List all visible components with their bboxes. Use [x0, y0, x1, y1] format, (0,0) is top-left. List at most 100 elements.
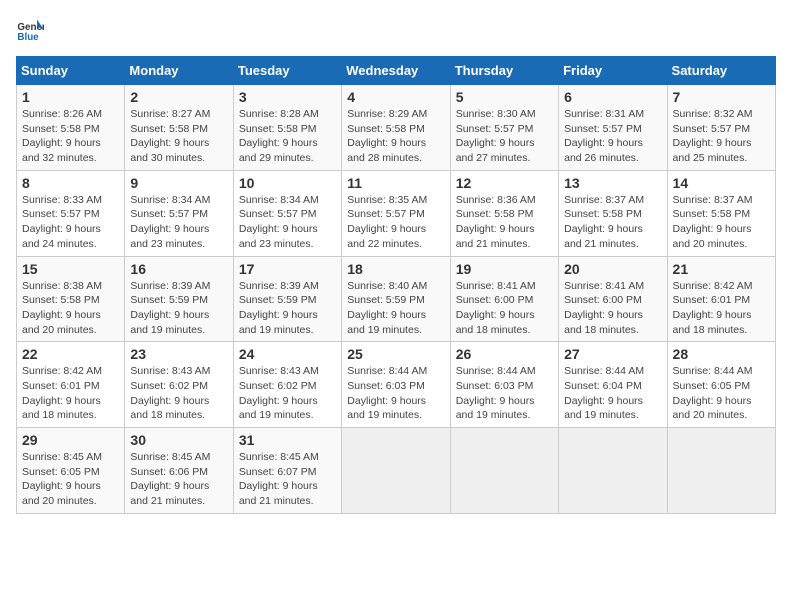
- day-number: 25: [347, 346, 444, 362]
- dow-header: Thursday: [450, 57, 558, 85]
- day-number: 30: [130, 432, 227, 448]
- day-info: Sunrise: 8:45 AM Sunset: 6:05 PM Dayligh…: [22, 450, 119, 509]
- calendar-cell: [667, 428, 775, 514]
- dow-header: Wednesday: [342, 57, 450, 85]
- calendar-cell: 30 Sunrise: 8:45 AM Sunset: 6:06 PM Dayl…: [125, 428, 233, 514]
- day-info: Sunrise: 8:45 AM Sunset: 6:07 PM Dayligh…: [239, 450, 336, 509]
- day-info: Sunrise: 8:44 AM Sunset: 6:05 PM Dayligh…: [673, 364, 770, 423]
- day-number: 26: [456, 346, 553, 362]
- day-info: Sunrise: 8:39 AM Sunset: 5:59 PM Dayligh…: [239, 279, 336, 338]
- day-number: 9: [130, 175, 227, 191]
- dow-header: Tuesday: [233, 57, 341, 85]
- day-info: Sunrise: 8:42 AM Sunset: 6:01 PM Dayligh…: [22, 364, 119, 423]
- day-number: 18: [347, 261, 444, 277]
- calendar-cell: 23 Sunrise: 8:43 AM Sunset: 6:02 PM Dayl…: [125, 342, 233, 428]
- day-info: Sunrise: 8:34 AM Sunset: 5:57 PM Dayligh…: [239, 193, 336, 252]
- day-number: 23: [130, 346, 227, 362]
- calendar-cell: 27 Sunrise: 8:44 AM Sunset: 6:04 PM Dayl…: [559, 342, 667, 428]
- dow-header: Saturday: [667, 57, 775, 85]
- day-number: 27: [564, 346, 661, 362]
- day-number: 22: [22, 346, 119, 362]
- day-number: 1: [22, 89, 119, 105]
- calendar-cell: 7 Sunrise: 8:32 AM Sunset: 5:57 PM Dayli…: [667, 85, 775, 171]
- day-info: Sunrise: 8:29 AM Sunset: 5:58 PM Dayligh…: [347, 107, 444, 166]
- logo-icon: General Blue: [16, 16, 44, 44]
- day-info: Sunrise: 8:44 AM Sunset: 6:04 PM Dayligh…: [564, 364, 661, 423]
- calendar-cell: 17 Sunrise: 8:39 AM Sunset: 5:59 PM Dayl…: [233, 256, 341, 342]
- day-number: 19: [456, 261, 553, 277]
- dow-header: Sunday: [17, 57, 125, 85]
- calendar-week-row: 29 Sunrise: 8:45 AM Sunset: 6:05 PM Dayl…: [17, 428, 776, 514]
- calendar-cell: 1 Sunrise: 8:26 AM Sunset: 5:58 PM Dayli…: [17, 85, 125, 171]
- calendar-cell: 29 Sunrise: 8:45 AM Sunset: 6:05 PM Dayl…: [17, 428, 125, 514]
- calendar-cell: 20 Sunrise: 8:41 AM Sunset: 6:00 PM Dayl…: [559, 256, 667, 342]
- calendar-cell: 25 Sunrise: 8:44 AM Sunset: 6:03 PM Dayl…: [342, 342, 450, 428]
- day-info: Sunrise: 8:38 AM Sunset: 5:58 PM Dayligh…: [22, 279, 119, 338]
- day-number: 21: [673, 261, 770, 277]
- calendar-cell: 11 Sunrise: 8:35 AM Sunset: 5:57 PM Dayl…: [342, 170, 450, 256]
- day-number: 13: [564, 175, 661, 191]
- day-number: 15: [22, 261, 119, 277]
- calendar-week-row: 8 Sunrise: 8:33 AM Sunset: 5:57 PM Dayli…: [17, 170, 776, 256]
- calendar-cell: 12 Sunrise: 8:36 AM Sunset: 5:58 PM Dayl…: [450, 170, 558, 256]
- day-info: Sunrise: 8:33 AM Sunset: 5:57 PM Dayligh…: [22, 193, 119, 252]
- calendar-body: 1 Sunrise: 8:26 AM Sunset: 5:58 PM Dayli…: [17, 85, 776, 514]
- calendar-cell: 19 Sunrise: 8:41 AM Sunset: 6:00 PM Dayl…: [450, 256, 558, 342]
- calendar-cell: 9 Sunrise: 8:34 AM Sunset: 5:57 PM Dayli…: [125, 170, 233, 256]
- day-number: 7: [673, 89, 770, 105]
- day-number: 28: [673, 346, 770, 362]
- day-info: Sunrise: 8:35 AM Sunset: 5:57 PM Dayligh…: [347, 193, 444, 252]
- calendar-cell: 24 Sunrise: 8:43 AM Sunset: 6:02 PM Dayl…: [233, 342, 341, 428]
- calendar-week-row: 22 Sunrise: 8:42 AM Sunset: 6:01 PM Dayl…: [17, 342, 776, 428]
- calendar-cell: 4 Sunrise: 8:29 AM Sunset: 5:58 PM Dayli…: [342, 85, 450, 171]
- calendar-cell: 14 Sunrise: 8:37 AM Sunset: 5:58 PM Dayl…: [667, 170, 775, 256]
- dow-header: Friday: [559, 57, 667, 85]
- day-number: 8: [22, 175, 119, 191]
- day-info: Sunrise: 8:34 AM Sunset: 5:57 PM Dayligh…: [130, 193, 227, 252]
- dow-header: Monday: [125, 57, 233, 85]
- calendar-cell: 15 Sunrise: 8:38 AM Sunset: 5:58 PM Dayl…: [17, 256, 125, 342]
- day-info: Sunrise: 8:41 AM Sunset: 6:00 PM Dayligh…: [456, 279, 553, 338]
- day-number: 12: [456, 175, 553, 191]
- day-info: Sunrise: 8:43 AM Sunset: 6:02 PM Dayligh…: [130, 364, 227, 423]
- calendar-cell: 16 Sunrise: 8:39 AM Sunset: 5:59 PM Dayl…: [125, 256, 233, 342]
- day-info: Sunrise: 8:31 AM Sunset: 5:57 PM Dayligh…: [564, 107, 661, 166]
- calendar-table: SundayMondayTuesdayWednesdayThursdayFrid…: [16, 56, 776, 514]
- day-info: Sunrise: 8:40 AM Sunset: 5:59 PM Dayligh…: [347, 279, 444, 338]
- calendar-cell: 13 Sunrise: 8:37 AM Sunset: 5:58 PM Dayl…: [559, 170, 667, 256]
- calendar-cell: 26 Sunrise: 8:44 AM Sunset: 6:03 PM Dayl…: [450, 342, 558, 428]
- day-number: 2: [130, 89, 227, 105]
- day-info: Sunrise: 8:32 AM Sunset: 5:57 PM Dayligh…: [673, 107, 770, 166]
- calendar-cell: 10 Sunrise: 8:34 AM Sunset: 5:57 PM Dayl…: [233, 170, 341, 256]
- day-info: Sunrise: 8:45 AM Sunset: 6:06 PM Dayligh…: [130, 450, 227, 509]
- day-number: 4: [347, 89, 444, 105]
- calendar-cell: 21 Sunrise: 8:42 AM Sunset: 6:01 PM Dayl…: [667, 256, 775, 342]
- calendar-cell: [559, 428, 667, 514]
- day-number: 29: [22, 432, 119, 448]
- day-number: 24: [239, 346, 336, 362]
- day-number: 14: [673, 175, 770, 191]
- day-info: Sunrise: 8:37 AM Sunset: 5:58 PM Dayligh…: [564, 193, 661, 252]
- calendar-cell: 5 Sunrise: 8:30 AM Sunset: 5:57 PM Dayli…: [450, 85, 558, 171]
- calendar-cell: 22 Sunrise: 8:42 AM Sunset: 6:01 PM Dayl…: [17, 342, 125, 428]
- svg-text:Blue: Blue: [17, 32, 39, 43]
- calendar-cell: 31 Sunrise: 8:45 AM Sunset: 6:07 PM Dayl…: [233, 428, 341, 514]
- day-number: 17: [239, 261, 336, 277]
- calendar-cell: [450, 428, 558, 514]
- calendar-cell: 2 Sunrise: 8:27 AM Sunset: 5:58 PM Dayli…: [125, 85, 233, 171]
- day-info: Sunrise: 8:44 AM Sunset: 6:03 PM Dayligh…: [456, 364, 553, 423]
- day-info: Sunrise: 8:37 AM Sunset: 5:58 PM Dayligh…: [673, 193, 770, 252]
- logo: General Blue: [16, 16, 44, 44]
- day-info: Sunrise: 8:41 AM Sunset: 6:00 PM Dayligh…: [564, 279, 661, 338]
- calendar-cell: 6 Sunrise: 8:31 AM Sunset: 5:57 PM Dayli…: [559, 85, 667, 171]
- day-number: 5: [456, 89, 553, 105]
- day-info: Sunrise: 8:39 AM Sunset: 5:59 PM Dayligh…: [130, 279, 227, 338]
- page-header: General Blue: [16, 16, 776, 44]
- days-of-week-row: SundayMondayTuesdayWednesdayThursdayFrid…: [17, 57, 776, 85]
- day-number: 6: [564, 89, 661, 105]
- calendar-week-row: 1 Sunrise: 8:26 AM Sunset: 5:58 PM Dayli…: [17, 85, 776, 171]
- day-info: Sunrise: 8:28 AM Sunset: 5:58 PM Dayligh…: [239, 107, 336, 166]
- day-info: Sunrise: 8:44 AM Sunset: 6:03 PM Dayligh…: [347, 364, 444, 423]
- day-info: Sunrise: 8:30 AM Sunset: 5:57 PM Dayligh…: [456, 107, 553, 166]
- day-number: 20: [564, 261, 661, 277]
